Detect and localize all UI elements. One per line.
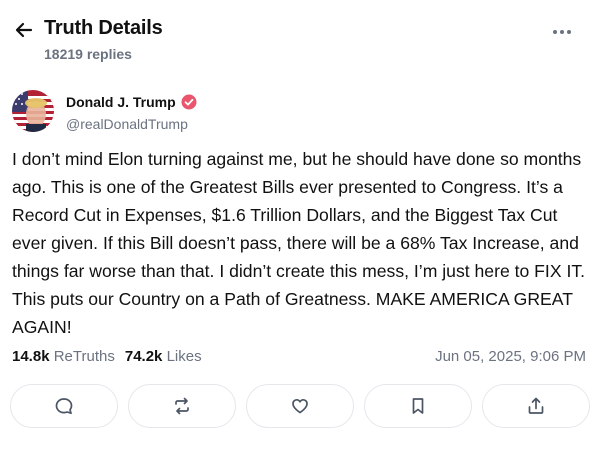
more-options-button[interactable] xyxy=(550,20,574,44)
page-title: Truth Details xyxy=(44,17,163,39)
retruths-label: ReTruths xyxy=(53,348,115,365)
back-button[interactable] xyxy=(12,18,36,42)
likes-stat[interactable]: 74.2k Likes xyxy=(125,348,202,365)
page-header: Truth Details 18219 replies xyxy=(0,0,598,72)
verified-badge-icon xyxy=(181,94,197,110)
like-icon xyxy=(292,398,308,414)
post-text: I don’t mind Elon turning against me, bu… xyxy=(12,149,586,337)
bookmark-icon xyxy=(412,398,424,414)
retruths-count: 14.8k xyxy=(12,348,50,365)
share-button[interactable] xyxy=(482,384,590,428)
likes-label: Likes xyxy=(166,348,202,365)
likes-count: 74.2k xyxy=(124,348,163,365)
author-handle[interactable]: @realDonaldTrump xyxy=(66,116,188,132)
retruth-icon xyxy=(175,397,189,415)
avatar[interactable] xyxy=(12,90,54,132)
reply-count: 18219 replies xyxy=(44,46,132,62)
retruths-stat[interactable]: 14.8k ReTruths xyxy=(12,348,115,365)
share-icon xyxy=(528,397,544,414)
like-button[interactable] xyxy=(246,384,354,428)
action-bar xyxy=(10,384,590,428)
author-name[interactable]: Donald J. Trump xyxy=(66,94,176,110)
retruth-button[interactable] xyxy=(128,384,236,428)
post-timestamp: Jun 05, 2025, 9:06 PM xyxy=(435,348,586,365)
reply-icon xyxy=(55,398,73,415)
author-row: Donald J. Trump xyxy=(66,94,197,110)
more-horizontal-icon xyxy=(553,30,571,34)
reply-button[interactable] xyxy=(10,384,118,428)
arrow-left-icon xyxy=(15,22,33,38)
post-stats: 14.8k ReTruths 74.2k Likes xyxy=(12,348,202,365)
bookmark-button[interactable] xyxy=(364,384,472,428)
